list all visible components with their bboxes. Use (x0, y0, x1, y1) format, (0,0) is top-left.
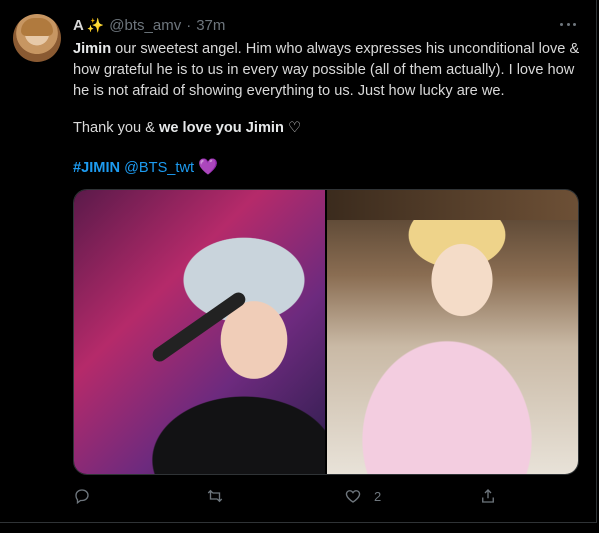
share-button[interactable] (479, 484, 497, 508)
tweet-card: A ✨ @bts_amv · 37m Jimin our sweetest an… (0, 0, 597, 523)
timestamp[interactable]: 37m (196, 17, 225, 34)
white-heart: ♡ (283, 120, 302, 136)
reply-button[interactable] (73, 484, 91, 508)
retweet-button[interactable] (206, 484, 224, 508)
reply-icon (75, 489, 89, 505)
heart-icon (345, 490, 361, 503)
purple-heart-emoji: 💜 (198, 159, 219, 176)
wood-beam-shape (327, 190, 578, 220)
media-grid (73, 189, 579, 475)
tweet-actions: 2 (73, 484, 583, 508)
microphone-shape (149, 289, 249, 365)
retweet-icon (207, 489, 223, 503)
photo-singing[interactable] (74, 190, 325, 474)
separator-dot: · (186, 16, 192, 34)
tweet-tags: #JIMIN @BTS_twt 💜 (73, 157, 218, 179)
avatar[interactable] (13, 14, 61, 62)
like-button[interactable]: 2 (344, 484, 381, 508)
author-name[interactable]: A (73, 17, 84, 34)
avatar-hair (21, 18, 53, 36)
hashtag-link[interactable]: #JIMIN (73, 160, 120, 176)
author-handle[interactable]: @bts_amv (109, 17, 181, 34)
thanks-bold: we love you Jimin (159, 120, 284, 136)
tweet-text-body: our sweetest angel. Him who always expre… (73, 41, 580, 99)
like-count: 2 (374, 488, 382, 504)
thanks-prefix: Thank you & (73, 120, 159, 136)
mention-link[interactable]: @BTS_twt (124, 160, 194, 176)
photo-hanbok[interactable] (327, 190, 578, 474)
share-icon (482, 489, 494, 503)
tweet-header: A ✨ @bts_amv · 37m (73, 15, 225, 35)
more-icon[interactable] (556, 14, 580, 34)
tweet-text: Jimin our sweetest angel. Him who always… (73, 39, 583, 102)
author-emoji: ✨ (86, 16, 105, 33)
tweet-text-bold-name: Jimin (73, 41, 112, 57)
tweet-text-thanks: Thank you & we love you Jimin ♡ (73, 118, 301, 139)
